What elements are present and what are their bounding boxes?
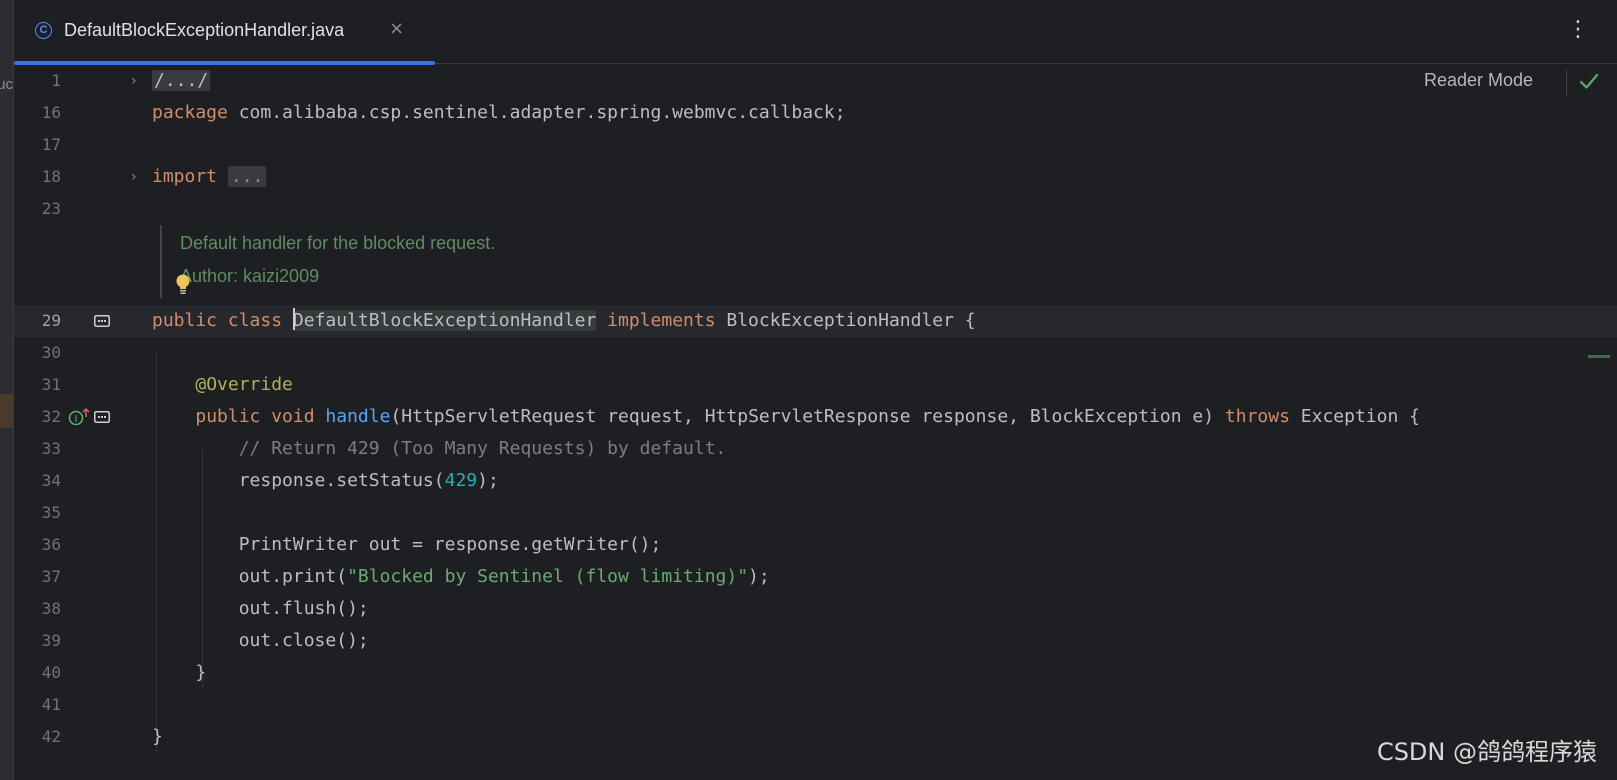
folded-imports[interactable]: ... (227, 166, 267, 187)
code-line[interactable]: 23 (14, 193, 1617, 225)
keyword: implements (607, 310, 716, 331)
line-number: 16 (41, 103, 61, 122)
code-line[interactable]: 32 I public void handle(HttpServletReque… (14, 401, 1617, 433)
strip-highlight (0, 394, 13, 428)
java-class-icon: C (35, 22, 52, 39)
method-name: handle (325, 406, 391, 427)
javadoc-author: Author: kaizi2009 (180, 266, 320, 286)
tab-default-block-exception-handler[interactable]: C DefaultBlockExceptionHandler.java × (14, 0, 435, 65)
close-icon[interactable]: × (389, 18, 404, 39)
code-line[interactable]: 31 @Override (14, 369, 1617, 401)
code-line[interactable]: 39 out.close(); (14, 625, 1617, 657)
code-line[interactable]: 30 (14, 337, 1617, 369)
tab-title: DefaultBlockExceptionHandler.java (64, 20, 345, 40)
code-text: response.setStatus( (238, 470, 445, 491)
class-name: DefaultBlockExceptionHandler (292, 310, 597, 331)
line-number: 40 (41, 663, 61, 682)
code-editor[interactable]: 1 › /.../ 16 package com.alibaba.csp.sen… (14, 65, 1617, 780)
clipped-panel-label: uc (0, 76, 13, 93)
code-line[interactable]: 37 out.print("Blocked by Sentinel (flow … (14, 561, 1617, 593)
line-comment: // Return 429 (Too Many Requests) by def… (238, 438, 727, 459)
code-text: out.flush(); (238, 598, 369, 619)
line-number: 41 (41, 695, 61, 714)
line-number: 37 (41, 567, 61, 586)
code-line[interactable]: 33 // Return 429 (Too Many Requests) by … (14, 433, 1617, 465)
code-text: ); (748, 566, 770, 587)
left-tool-strip[interactable]: uc (0, 0, 14, 780)
fold-chevron-icon[interactable]: › (131, 65, 137, 97)
code-text: ); (477, 470, 499, 491)
code-text: com.alibaba.csp.sentinel.adapter.spring.… (227, 102, 846, 123)
keyword: package (152, 102, 228, 123)
line-number: 35 (41, 503, 61, 522)
structure-icon[interactable] (94, 315, 110, 327)
number-literal: 429 (444, 470, 478, 491)
code-line[interactable]: 41 (14, 689, 1617, 721)
code-text: out.close(); (238, 630, 369, 651)
code-line-current[interactable]: 29 public class DefaultBlockExceptionHan… (14, 305, 1617, 337)
line-number: 36 (41, 535, 61, 554)
line-number: 29 (41, 311, 61, 330)
folded-header[interactable]: /.../ (152, 70, 211, 91)
code-line[interactable]: 35 (14, 497, 1617, 529)
code-line[interactable]: 17 (14, 129, 1617, 161)
more-options-icon[interactable]: ⋮ (1567, 18, 1589, 42)
line-number: 18 (41, 167, 61, 186)
annotation: @Override (195, 374, 293, 395)
code-line[interactable]: 1 › /.../ (14, 65, 1617, 97)
line-number: 42 (41, 727, 61, 746)
line-number: 23 (41, 199, 61, 218)
code-text: BlockExceptionHandler { (715, 310, 976, 331)
code-line[interactable]: 18 › import ... (14, 161, 1617, 193)
editor-tab-bar: C DefaultBlockExceptionHandler.java × ⋮ (14, 0, 1617, 65)
code-text: out.print( (238, 566, 348, 587)
code-text: } (195, 662, 207, 683)
string-literal: "Blocked by Sentinel (flow limiting)" (347, 566, 749, 587)
line-number: 32 (41, 407, 61, 426)
line-number: 34 (41, 471, 61, 490)
line-number: 39 (41, 631, 61, 650)
structure-icon[interactable] (94, 411, 110, 423)
code-text: } (152, 726, 163, 747)
code-line[interactable]: 16 package com.alibaba.csp.sentinel.adap… (14, 97, 1617, 129)
svg-text:I: I (75, 414, 78, 425)
implements-method-icon[interactable]: I (68, 407, 92, 425)
keyword: import (152, 166, 218, 187)
fold-chevron-icon[interactable]: › (131, 161, 137, 193)
line-number: 31 (41, 375, 61, 394)
line-number: 38 (41, 599, 61, 618)
line-number: 17 (41, 135, 61, 154)
keyword: public void (195, 406, 315, 427)
keyword: throws (1224, 406, 1290, 427)
code-line[interactable]: 34 response.setStatus(429); (14, 465, 1617, 497)
line-number: 1 (51, 71, 61, 90)
code-text: (HttpServletRequest request, HttpServlet… (390, 406, 1225, 427)
code-line[interactable]: 36 PrintWriter out = response.getWriter(… (14, 529, 1617, 561)
javadoc-description: Default handler for the blocked request. (180, 233, 496, 253)
code-text: PrintWriter out = response.getWriter(); (238, 534, 662, 555)
rendered-javadoc[interactable]: Default handler for the blocked request.… (160, 225, 662, 298)
code-text: Exception { (1289, 406, 1420, 427)
lightbulb-icon[interactable] (175, 273, 191, 297)
watermark: CSDN @鸽鸽程序猿 (1376, 738, 1597, 766)
code-line[interactable]: 38 out.flush(); (14, 593, 1617, 625)
line-number: 30 (41, 343, 61, 362)
text-caret (292, 308, 295, 330)
keyword: public class (152, 310, 283, 331)
code-line[interactable]: 40 } (14, 657, 1617, 689)
line-number: 33 (41, 439, 61, 458)
